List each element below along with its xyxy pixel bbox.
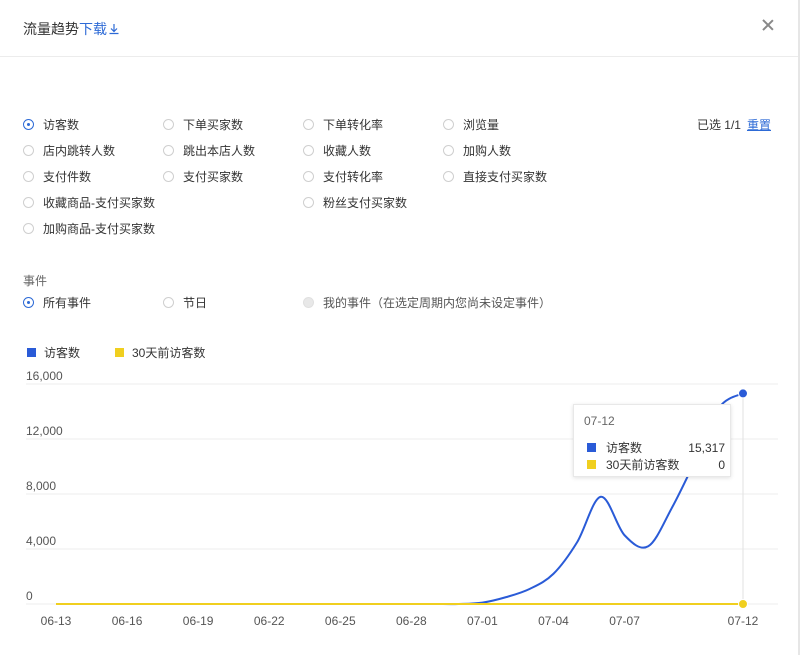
radio-icon[interactable] bbox=[443, 119, 454, 130]
download-link[interactable]: 下载 bbox=[79, 21, 107, 37]
events-section-label: 事件 bbox=[23, 274, 48, 288]
metric-option-9[interactable]: 支付件数 bbox=[23, 168, 91, 185]
legend-label-visitors: 访客数 bbox=[44, 346, 81, 360]
metric-option-label: 支付件数 bbox=[43, 170, 92, 184]
y-tick-label: 8,000 bbox=[26, 479, 56, 493]
tooltip-swatch-visitors bbox=[587, 443, 596, 452]
metric-option-15[interactable]: 加购商品-支付买家数 bbox=[23, 220, 155, 237]
x-tick-label: 07-01 bbox=[467, 614, 498, 628]
x-tick-label: 07-12 bbox=[728, 614, 759, 628]
selected-info: 已选 1/1 重置 bbox=[697, 116, 771, 133]
x-tick-label: 06-22 bbox=[254, 614, 285, 628]
metric-option-label: 下单转化率 bbox=[323, 118, 384, 132]
legend-item-visitors[interactable]: 访客数 bbox=[27, 344, 80, 361]
dialog-header: 流量趋势下载 bbox=[0, 0, 798, 57]
radio-icon[interactable] bbox=[23, 145, 34, 156]
metric-option-12[interactable]: 直接支付买家数 bbox=[443, 168, 547, 185]
x-tick-label: 07-07 bbox=[609, 614, 640, 628]
metric-option-label: 加购人数 bbox=[463, 144, 512, 158]
metric-option-label: 下单买家数 bbox=[183, 118, 244, 132]
tooltip-date: 07-12 bbox=[584, 414, 615, 428]
metric-option-label: 收藏商品-支付买家数 bbox=[43, 196, 155, 210]
metric-option-6[interactable]: 跳出本店人数 bbox=[163, 142, 255, 159]
radio-icon[interactable] bbox=[303, 197, 314, 208]
radio-icon[interactable] bbox=[23, 197, 34, 208]
x-tick-label: 06-19 bbox=[183, 614, 214, 628]
legend-label-prev: 30天前访客数 bbox=[132, 346, 206, 360]
radio-icon[interactable] bbox=[443, 145, 454, 156]
metric-option-2[interactable]: 下单买家数 bbox=[163, 116, 243, 133]
radio-icon[interactable] bbox=[163, 145, 174, 156]
x-tick-label: 06-28 bbox=[396, 614, 427, 628]
y-tick-label: 4,000 bbox=[26, 534, 56, 548]
flow-trend-dialog: 流量趋势下载 访客数 下单买家数 下单转化率 浏览量 店内跳转人数 跳出本店人数 收藏人数加… bbox=[0, 0, 800, 655]
radio-icon bbox=[303, 297, 314, 308]
radio-icon[interactable] bbox=[23, 171, 34, 182]
tooltip-label-prev: 30天前访客数 bbox=[606, 458, 680, 472]
radio-icon[interactable] bbox=[23, 223, 34, 234]
tooltip-label-visitors: 访客数 bbox=[606, 441, 643, 455]
metric-option-label: 支付转化率 bbox=[323, 170, 384, 184]
tooltip-row-prev: 30天前访客数 0 bbox=[587, 456, 725, 473]
radio-icon[interactable] bbox=[23, 119, 34, 130]
x-tick-label: 07-04 bbox=[538, 614, 569, 628]
metric-option-3[interactable]: 下单转化率 bbox=[303, 116, 383, 133]
metric-option-label: 直接支付买家数 bbox=[463, 170, 548, 184]
radio-icon[interactable] bbox=[443, 171, 454, 182]
radio-icon[interactable] bbox=[23, 297, 34, 308]
metric-option-10[interactable]: 支付买家数 bbox=[163, 168, 243, 185]
trend-chart[interactable]: 16,000 12,000 8,000 4,000 0 06-13 06-16 06-19 06… bbox=[0, 360, 800, 640]
metric-option-label: 加购商品-支付买家数 bbox=[43, 222, 155, 236]
reset-link[interactable]: 重置 bbox=[747, 118, 771, 132]
x-tick-label: 06-13 bbox=[41, 614, 72, 628]
radio-icon[interactable] bbox=[303, 171, 314, 182]
event-option-label: 节日 bbox=[183, 296, 208, 310]
event-option-label: 所有事件 bbox=[43, 296, 92, 310]
y-tick-label: 0 bbox=[26, 589, 33, 603]
x-tick-label: 06-16 bbox=[112, 614, 143, 628]
metric-option-14[interactable]: 粉丝支付买家数 bbox=[303, 194, 407, 211]
y-tick-label: 12,000 bbox=[26, 424, 63, 438]
legend-item-prev[interactable]: 30天前访客数 bbox=[115, 344, 205, 361]
metric-option-11[interactable]: 支付转化率 bbox=[303, 168, 383, 185]
metric-option-5[interactable]: 店内跳转人数 bbox=[23, 142, 115, 159]
event-option-1[interactable]: 所有事件 bbox=[23, 294, 91, 311]
dialog-title: 流量趋势下载 bbox=[23, 19, 120, 39]
event-option-3: 我的事件（在选定周期内您尚未设定事件） bbox=[303, 294, 551, 311]
event-option-label: 我的事件（在选定周期内您尚未设定事件） bbox=[323, 296, 552, 310]
y-tick-label: 16,000 bbox=[26, 369, 63, 383]
tooltip-value-visitors: 15,317 bbox=[688, 440, 725, 455]
highlight-point-prev bbox=[738, 599, 748, 609]
chart-tooltip: 07-12 访客数 15,317 30天前访客数 0 bbox=[573, 404, 731, 477]
metric-option-8[interactable]: 加购人数 bbox=[443, 142, 511, 159]
tooltip-value-prev: 0 bbox=[718, 457, 725, 472]
download-icon[interactable] bbox=[108, 23, 120, 35]
metric-option-label: 跳出本店人数 bbox=[183, 144, 256, 158]
radio-icon[interactable] bbox=[303, 119, 314, 130]
metric-option-label: 访客数 bbox=[43, 118, 80, 132]
tooltip-row-visitors: 访客数 15,317 bbox=[587, 439, 725, 456]
metric-option-label: 支付买家数 bbox=[183, 170, 244, 184]
legend-swatch-visitors bbox=[27, 348, 36, 357]
radio-icon[interactable] bbox=[163, 171, 174, 182]
metric-option-7[interactable]: 收藏人数 bbox=[303, 142, 371, 159]
tooltip-swatch-prev bbox=[587, 460, 596, 469]
x-tick-label: 06-25 bbox=[325, 614, 356, 628]
highlight-point-visitors bbox=[738, 388, 748, 399]
radio-icon[interactable] bbox=[163, 297, 174, 308]
radio-icon[interactable] bbox=[303, 145, 314, 156]
metric-option-label: 店内跳转人数 bbox=[43, 144, 116, 158]
selected-count: 已选 1/1 bbox=[696, 118, 741, 132]
dialog-title-text: 流量趋势 bbox=[23, 21, 79, 37]
legend-swatch-prev bbox=[115, 348, 124, 357]
metric-option-1[interactable]: 访客数 bbox=[23, 116, 79, 133]
metric-option-4[interactable]: 浏览量 bbox=[443, 116, 499, 133]
event-option-2[interactable]: 节日 bbox=[163, 294, 207, 311]
metric-option-label: 浏览量 bbox=[463, 118, 500, 132]
close-icon[interactable] bbox=[760, 17, 776, 33]
metric-option-label: 粉丝支付买家数 bbox=[323, 196, 408, 210]
metric-option-13[interactable]: 收藏商品-支付买家数 bbox=[23, 194, 155, 211]
metric-option-label: 收藏人数 bbox=[323, 144, 372, 158]
radio-icon[interactable] bbox=[163, 119, 174, 130]
